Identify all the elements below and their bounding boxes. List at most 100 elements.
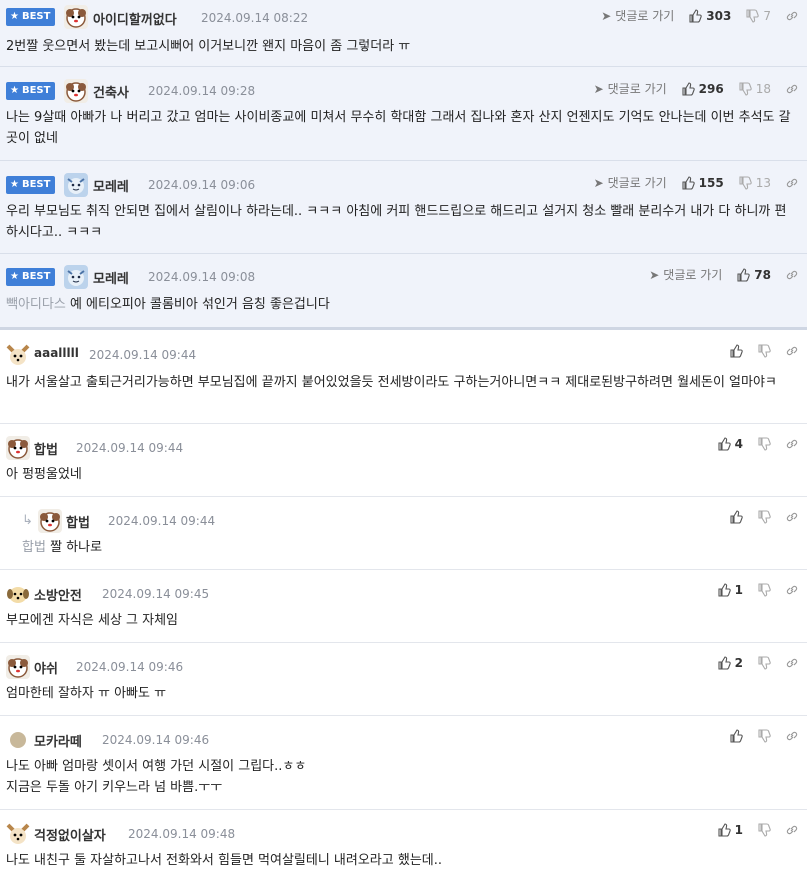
- thumb-up-icon: [718, 437, 731, 451]
- comment-body: 짤 하나로: [50, 540, 103, 555]
- share-button[interactable]: [785, 437, 799, 451]
- thumb-up-icon: [737, 267, 751, 282]
- best-badge: ★ BEST: [6, 176, 56, 194]
- comment-date: 2024.09.14 09:48: [128, 827, 236, 841]
- like-button[interactable]: [729, 510, 743, 524]
- dislike-button[interactable]: [757, 729, 771, 743]
- nickname[interactable]: 아이디할꺼없다: [93, 9, 177, 28]
- send-icon: ➤: [649, 267, 660, 282]
- dislike-button[interactable]: 13: [738, 176, 771, 190]
- like-button[interactable]: 303: [688, 9, 731, 23]
- best-badge: ★ BEST: [6, 268, 56, 286]
- dislike-button[interactable]: [757, 344, 771, 358]
- thumb-down-icon: [758, 583, 771, 597]
- avatar[interactable]: [38, 509, 62, 533]
- comment-line: 지금은 두돌 아기 키우느라 넘 바쁨.ㅜㅜ: [6, 780, 223, 795]
- avatar[interactable]: [10, 732, 26, 748]
- nickname[interactable]: 걱정없이살자: [34, 825, 106, 844]
- link-icon: [786, 731, 798, 741]
- star-icon: ★: [10, 271, 19, 282]
- share-button[interactable]: [785, 583, 799, 597]
- comment-line: 나도 아빠 엄마랑 셋이서 여행 가던 시절이 그립다..ㅎㅎ: [6, 759, 307, 774]
- link-icon: [786, 512, 798, 522]
- like-button[interactable]: 1: [717, 583, 743, 597]
- avatar[interactable]: [6, 822, 30, 846]
- like-button[interactable]: 296: [681, 82, 724, 96]
- thumb-up-icon: [730, 729, 743, 743]
- best-comment: ★ BEST 건축사 2024.09.14 09:28 ➤ 댓글로 가기 296 1…: [0, 67, 807, 161]
- share-button[interactable]: [785, 176, 799, 190]
- dislike-button[interactable]: [757, 583, 771, 597]
- comment: 소방안전 2024.09.14 09:45 1 부모에겐 자식은 세상 그 자체…: [0, 570, 807, 643]
- avatar[interactable]: [64, 79, 88, 103]
- reply-arrow-icon: ↳: [22, 513, 33, 528]
- nickname[interactable]: 건축사: [93, 82, 129, 101]
- dislike-button[interactable]: [757, 510, 771, 524]
- dislike-button[interactable]: 18: [738, 82, 771, 96]
- comment-text: 나도 내친구 둘 자살하고나서 전화와서 힘들면 먹여살릴테니 내려오라고 했는…: [6, 853, 443, 868]
- go-to-reply-link[interactable]: ➤ 댓글로 가기: [594, 174, 667, 191]
- like-button[interactable]: 4: [717, 437, 743, 451]
- share-button[interactable]: [785, 823, 799, 837]
- mention-link[interactable]: 빽아디다스: [6, 297, 66, 312]
- nickname[interactable]: 야쉬: [34, 658, 58, 677]
- share-button[interactable]: [785, 82, 799, 96]
- like-button[interactable]: 78: [736, 268, 771, 282]
- comment-date: 2024.09.14 09:28: [148, 84, 256, 98]
- dislike-button[interactable]: [757, 437, 771, 451]
- like-button[interactable]: [729, 729, 743, 743]
- share-button[interactable]: [785, 510, 799, 524]
- like-button[interactable]: 155: [681, 176, 724, 190]
- link-icon: [786, 11, 798, 20]
- avatar[interactable]: [64, 173, 88, 197]
- mention-link[interactable]: 합법: [22, 540, 46, 555]
- share-button[interactable]: [785, 344, 799, 358]
- send-icon: ➤: [601, 8, 612, 23]
- nickname[interactable]: 합법: [34, 439, 58, 458]
- share-button[interactable]: [785, 268, 799, 282]
- share-button[interactable]: [785, 9, 799, 23]
- link-icon: [786, 825, 798, 835]
- avatar[interactable]: [6, 655, 30, 679]
- comment-date: 2024.09.14 08:22: [201, 11, 309, 25]
- comment-text: 부모에겐 자식은 세상 그 자체임: [6, 613, 179, 628]
- avatar[interactable]: [64, 265, 88, 289]
- thumb-down-icon: [739, 175, 752, 190]
- nickname[interactable]: 모레레: [93, 176, 129, 195]
- avatar[interactable]: [64, 5, 88, 29]
- like-button[interactable]: 1: [717, 823, 743, 837]
- go-to-reply-link[interactable]: ➤ 댓글로 가기: [601, 7, 674, 24]
- dislike-button[interactable]: 7: [745, 9, 771, 23]
- like-button[interactable]: 2: [717, 656, 743, 670]
- comment: 걱정없이살자 2024.09.14 09:48 1 나도 내친구 둘 자살하고나…: [0, 810, 807, 876]
- share-button[interactable]: [785, 729, 799, 743]
- thumb-down-icon: [758, 729, 771, 743]
- like-button[interactable]: [729, 344, 743, 358]
- star-icon: ★: [10, 11, 19, 22]
- avatar[interactable]: [6, 436, 30, 460]
- link-icon: [786, 270, 798, 279]
- thumb-down-icon: [739, 81, 752, 96]
- star-icon: ★: [10, 85, 19, 96]
- comment-date: 2024.09.14 09:46: [76, 660, 184, 674]
- dislike-button[interactable]: [757, 656, 771, 670]
- nickname[interactable]: 소방안전: [34, 585, 82, 604]
- comment-text: 내가 서울살고 출퇴근거리가능하면 부모님집에 끝까지 붙어있었을듯 전세방이라…: [6, 375, 777, 390]
- best-comment: ★ BEST 모레레 2024.09.14 09:08 ➤ 댓글로 가기 78 빽아…: [0, 254, 807, 330]
- comment-date: 2024.09.14 09:06: [148, 178, 256, 192]
- share-button[interactable]: [785, 656, 799, 670]
- go-to-reply-link[interactable]: ➤ 댓글로 가기: [594, 80, 667, 97]
- go-to-reply-link[interactable]: ➤ 댓글로 가기: [649, 266, 722, 283]
- comment: aaalllll 2024.09.14 09:44 내가 서울살고 출퇴근거리가…: [0, 330, 807, 424]
- nickname[interactable]: aaalllll: [34, 346, 79, 360]
- avatar[interactable]: [6, 343, 30, 367]
- star-icon: ★: [10, 179, 19, 190]
- nickname[interactable]: 모카라떼: [34, 731, 82, 750]
- dislike-button[interactable]: [757, 823, 771, 837]
- link-icon: [786, 178, 798, 187]
- nickname[interactable]: 합법: [66, 512, 90, 531]
- thumb-up-icon: [718, 583, 731, 597]
- avatar[interactable]: [6, 582, 30, 606]
- nickname[interactable]: 모레레: [93, 268, 129, 287]
- thumb-up-icon: [718, 823, 731, 837]
